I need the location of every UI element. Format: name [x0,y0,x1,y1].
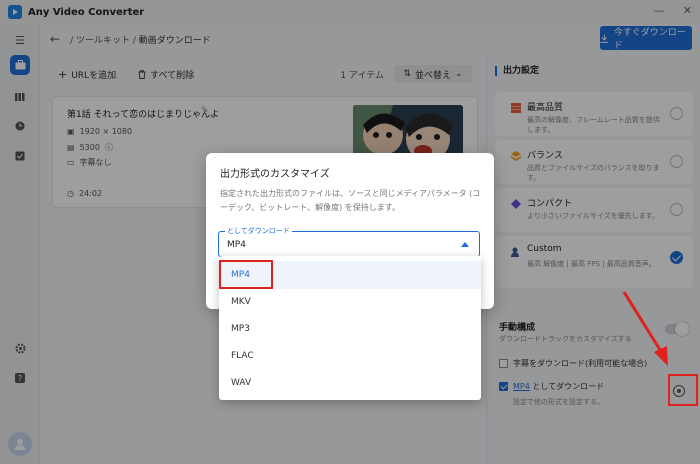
annotation-arrow [622,291,668,366]
